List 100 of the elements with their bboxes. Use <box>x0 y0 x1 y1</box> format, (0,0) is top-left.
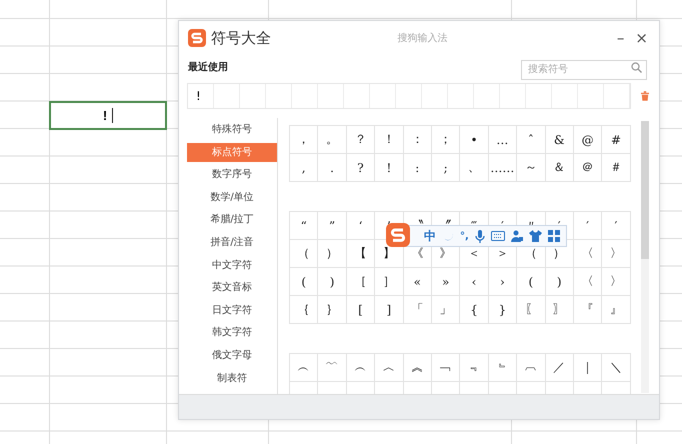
symbol-cell[interactable]: ！ <box>375 126 404 154</box>
category-tab[interactable]: 中文字符 <box>187 256 277 276</box>
symbol-cell[interactable]: ； <box>432 126 460 154</box>
symbol-cell[interactable]: & <box>546 126 574 154</box>
symbol-cell[interactable]: 』 <box>602 296 631 324</box>
symbol-cell[interactable]: ／ <box>546 354 574 382</box>
symbol-cell[interactable]: ～ <box>517 154 546 182</box>
symbol-cell[interactable]: ︵ <box>290 354 318 382</box>
symbol-cell[interactable]: ＠ <box>574 154 602 182</box>
category-tab[interactable]: 俄文字母 <box>187 346 277 366</box>
symbol-cell[interactable]: : <box>404 154 432 182</box>
symbol-cell[interactable]: 〈 <box>574 240 602 268</box>
symbol-cell[interactable]: ︹ <box>517 354 546 382</box>
symbol-cell[interactable]: 〖 <box>517 296 546 324</box>
symbol-cell[interactable]: 〗 <box>546 296 574 324</box>
symbol-cell[interactable]: ! <box>188 84 214 108</box>
symbol-cell[interactable]: ］ <box>375 268 404 296</box>
symbol-cell[interactable]: » <box>432 268 460 296</box>
search-field[interactable]: 搜索符号 <box>521 60 647 80</box>
symbol-cell[interactable]: ｛ <box>290 296 318 324</box>
symbol-cell[interactable]: ｝ <box>318 296 347 324</box>
symbol-cell[interactable]: ( <box>290 268 318 296</box>
symbol-cell[interactable]: { <box>460 296 489 324</box>
category-tab[interactable]: 希腊/拉丁 <box>187 210 277 230</box>
symbol-cell[interactable]: ︽ <box>404 354 432 382</box>
symbol-cell[interactable]: ， <box>290 126 318 154</box>
symbol-cell[interactable]: ‘ <box>346 212 376 240</box>
grid-icon[interactable] <box>548 230 560 242</box>
symbol-cell[interactable]: ! <box>375 154 404 182</box>
symbol-cell[interactable]: › <box>488 268 518 296</box>
symbol-cell[interactable]: 〉 <box>602 240 631 268</box>
symbol-cell[interactable]: @ <box>574 126 602 154</box>
search-icon <box>631 62 642 73</box>
scrollbar[interactable] <box>641 121 649 393</box>
symbol-cell[interactable]: ′ <box>574 212 602 240</box>
category-tab[interactable]: 数字序号 <box>187 165 277 185</box>
symbol-cell[interactable]: ＆ <box>546 154 574 182</box>
symbol-cell[interactable]: 。 <box>318 126 347 154</box>
symbol-cell[interactable]: （ <box>290 240 318 268</box>
symbol-cell[interactable]: ﹃ <box>460 354 489 382</box>
symbol-cell[interactable]: ︵ <box>346 354 376 382</box>
symbol-cell[interactable]: « <box>404 268 432 296</box>
symbol-cell[interactable]: ︿ <box>375 354 404 382</box>
window-title: 符号大全 <box>211 28 271 48</box>
symbol-cell[interactable]: • <box>460 126 489 154</box>
shirt-icon[interactable] <box>528 230 542 242</box>
symbol-cell[interactable]: ‹ <box>460 268 489 296</box>
category-tab[interactable]: 日文字符 <box>187 300 277 320</box>
keyboard-icon[interactable] <box>490 231 505 241</box>
symbol-cell[interactable]: ” <box>318 212 347 240</box>
symbol-cell[interactable]: “ <box>290 212 318 240</box>
category-tab[interactable]: 韩文字符 <box>187 323 277 343</box>
symbol-cell[interactable]: ［ <box>346 268 376 296</box>
symbol-cell[interactable]: ｜ <box>574 354 602 382</box>
symbol-cell[interactable]: ） <box>318 240 347 268</box>
symbol-cell[interactable]: ′ <box>602 212 631 240</box>
category-tab[interactable]: 制表符 <box>187 368 277 388</box>
symbol-cell[interactable]: 〈 <box>574 268 602 296</box>
symbol-cell[interactable]: ＃ <box>602 154 631 182</box>
minimize-button[interactable]: – <box>614 29 628 47</box>
symbol-cell[interactable]: ] <box>375 296 404 324</box>
symbol-cell[interactable]: , <box>290 154 318 182</box>
microphone-icon[interactable] <box>474 230 485 242</box>
symbol-cell[interactable]: 『 <box>574 296 602 324</box>
symbol-cell[interactable]: ) <box>546 268 574 296</box>
symbol-cell[interactable]: . <box>318 154 347 182</box>
category-tab[interactable]: 拼音/注音 <box>187 232 277 253</box>
symbol-cell[interactable]: # <box>602 126 631 154</box>
symbol-cell[interactable]: …… <box>488 154 518 182</box>
category-tab[interactable]: 特殊符号 <box>187 120 277 140</box>
symbol-cell[interactable]: ？ <box>346 126 376 154</box>
symbol-cell[interactable]: ﹄ <box>488 354 518 382</box>
symbol-cell[interactable]: … <box>488 126 518 154</box>
user-icon[interactable] <box>510 230 523 242</box>
logo-icon <box>188 29 206 47</box>
active-cell[interactable]: ! <box>49 101 167 130</box>
symbol-cell[interactable]: [ <box>346 296 376 324</box>
symbol-cell[interactable]: 「 <box>404 296 432 324</box>
symbol-cell[interactable]: ﹋ <box>318 354 347 382</box>
symbol-cell[interactable]: 〉 <box>602 268 631 296</box>
logo-icon[interactable] <box>386 223 410 247</box>
category-tab[interactable]: 数学/单位 <box>187 188 277 208</box>
symbol-cell[interactable]: 【 <box>346 240 376 268</box>
trash-icon[interactable] <box>641 90 649 102</box>
symbol-cell[interactable]: ( <box>517 268 546 296</box>
symbol-cell[interactable]: ) <box>318 268 347 296</box>
symbol-cell[interactable]: ＼ <box>602 354 631 382</box>
section-label: 最近使用 <box>188 60 228 74</box>
punctuation-toggle[interactable]: °, <box>460 230 469 242</box>
symbol-cell[interactable]: ﹁ <box>432 354 460 382</box>
symbol-cell[interactable]: ： <box>404 126 432 154</box>
symbol-cell[interactable]: ; <box>432 154 460 182</box>
close-button[interactable]: × <box>632 29 651 47</box>
symbol-cell[interactable]: 、 <box>460 154 489 182</box>
symbol-cell[interactable]: } <box>488 296 518 324</box>
category-tab[interactable]: 英文音标 <box>187 278 277 298</box>
app-name: 搜狗输入法 <box>396 32 448 45</box>
symbol-cell[interactable]: ? <box>346 154 376 182</box>
symbol-cell[interactable]: ˆ <box>517 126 546 154</box>
symbol-cell[interactable]: 」 <box>432 296 460 324</box>
